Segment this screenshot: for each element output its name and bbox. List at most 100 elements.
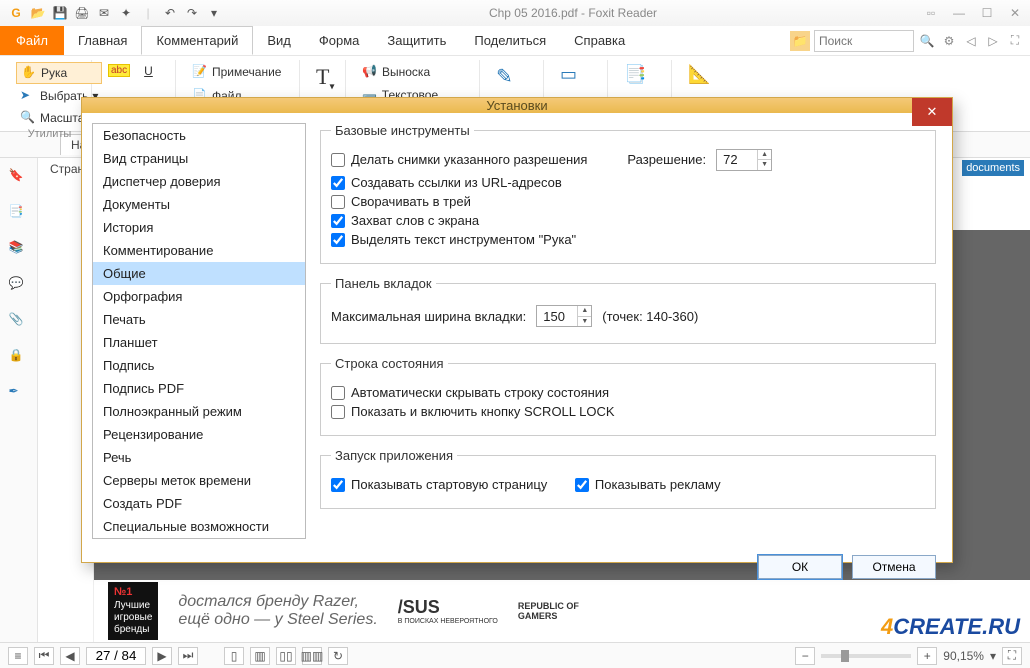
gear-icon[interactable]: ⚙ [940,32,958,50]
next-page-button[interactable]: ▶ [152,647,172,665]
tab-protect[interactable]: Защитить [373,26,460,55]
category-item[interactable]: Полноэкранный режим [93,400,305,423]
print-icon[interactable]: 🖨 [74,5,90,21]
category-item[interactable]: Подпись [93,354,305,377]
tab-comment[interactable]: Комментарий [141,26,253,55]
spin-down-icon[interactable]: ▼ [577,317,591,327]
email-icon[interactable]: ✉ [96,5,112,21]
tab-form[interactable]: Форма [305,26,374,55]
pencil-tool[interactable]: ✎ [492,62,528,94]
continuous-facing-button[interactable]: ▥▥ [302,647,322,665]
chk-scrolllock[interactable]: Показать и включить кнопку SCROLL LOCK [331,404,925,419]
spin-up-icon[interactable]: ▲ [757,150,771,161]
page-input[interactable] [86,647,146,665]
category-item[interactable]: Общие [93,262,305,285]
category-item[interactable]: Планшет [93,331,305,354]
pages-icon[interactable]: 📑 [9,204,29,224]
category-item[interactable]: Документы [93,193,305,216]
show-panel-button[interactable]: ≡ [8,647,28,665]
close-icon[interactable]: ✕ [1008,6,1022,20]
chk-url-links[interactable]: Создавать ссылки из URL-адресов [331,175,925,190]
quick-access-toolbar: G 📂 💾 🖨 ✉ ✦ | ↶ ↷ ▾ [8,5,222,21]
layers-icon[interactable]: 📚 [9,240,29,260]
category-item[interactable]: Диспетчер доверия [93,170,305,193]
zoom-out-button[interactable]: − [795,647,815,665]
chk-startpage[interactable]: Показывать стартовую страницу [331,477,547,492]
chk-ads[interactable]: Показывать рекламу [575,477,721,492]
stamp-tool[interactable]: 📑 [620,62,656,94]
dialog-close-button[interactable]: ✕ [912,98,952,126]
facing-button[interactable]: ▯▯ [276,647,296,665]
continuous-button[interactable]: ▥ [250,647,270,665]
tab-share[interactable]: Поделиться [460,26,560,55]
fullscreen-icon[interactable]: ⛶ [1006,32,1024,50]
rotate-button[interactable]: ↻ [328,647,348,665]
typewriter-tool[interactable]: T▾ [312,62,348,94]
category-item[interactable]: Подпись PDF [93,377,305,400]
prev-icon[interactable]: ◁ [962,32,980,50]
spin-down-icon[interactable]: ▼ [757,160,771,170]
tab-file[interactable]: Файл [0,26,64,55]
tab-help[interactable]: Справка [560,26,639,55]
single-page-button[interactable]: ▯ [224,647,244,665]
fit-button[interactable]: ⛶ [1002,647,1022,665]
zoom-in-button[interactable]: + [917,647,937,665]
save-icon[interactable]: 💾 [52,5,68,21]
ribbon-mode-icon[interactable]: ▫▫ [924,6,938,20]
open-icon[interactable]: 📂 [30,5,46,21]
comments-icon[interactable]: 💬 [9,276,29,296]
new-icon[interactable]: ✦ [118,5,134,21]
chk-snapshots[interactable]: Делать снимки указанного разрешения [331,152,587,167]
underline-tool[interactable]: U [140,62,157,80]
category-item[interactable]: Орфография [93,285,305,308]
category-item[interactable]: Создать PDF [93,492,305,515]
group-basic-legend: Базовые инструменты [331,123,474,138]
search-folder-icon[interactable]: 📁 [790,31,810,51]
category-item[interactable]: Комментирование [93,239,305,262]
category-item[interactable]: Рецензирование [93,423,305,446]
category-item[interactable]: Речь [93,446,305,469]
zoom-slider[interactable] [821,654,911,658]
note-tool[interactable]: 📝Примечание [188,62,285,82]
hand-tool[interactable]: ✋Рука [16,62,102,84]
search-icon[interactable]: 🔍 [918,32,936,50]
bookmarks-icon[interactable]: 🔖 [9,168,29,188]
minimize-icon[interactable]: — [952,6,966,20]
tab-home[interactable]: Главная [64,26,141,55]
ok-button[interactable]: ОК [758,555,842,579]
nav-sidebar: 🔖 📑 📚 💬 📎 🔒 ✒ [0,158,38,642]
category-item[interactable]: Серверы меток времени [93,469,305,492]
search-input[interactable] [814,30,914,52]
maximize-icon[interactable]: ☐ [980,6,994,20]
qat-more-icon[interactable]: ▾ [206,5,222,21]
category-item[interactable]: Специальные возможности [93,515,305,538]
zoom-dropdown-icon[interactable]: ▾ [990,649,996,663]
maxwidth-input[interactable]: 150 ▲▼ [536,305,592,327]
first-page-button[interactable]: ⏮ [34,647,54,665]
signatures-icon[interactable]: ✒ [9,384,29,404]
category-item[interactable]: История [93,216,305,239]
spin-up-icon[interactable]: ▲ [577,306,591,317]
redo-icon[interactable]: ↷ [184,5,200,21]
highlight-tool[interactable]: abc [104,62,134,79]
undo-icon[interactable]: ↶ [162,5,178,21]
category-item[interactable]: Печать [93,308,305,331]
area-tool[interactable]: ▭ [556,62,592,94]
callout-tool[interactable]: 📢Выноска [358,62,434,82]
last-page-button[interactable]: ⏭ [178,647,198,665]
chk-autohide-status[interactable]: Автоматически скрывать строку состояния [331,385,925,400]
category-item[interactable]: Безопасность [93,124,305,147]
tab-view[interactable]: Вид [253,26,305,55]
attachments-icon[interactable]: 📎 [9,312,29,332]
security-icon[interactable]: 🔒 [9,348,29,368]
category-item[interactable]: Вид страницы [93,147,305,170]
cancel-button[interactable]: Отмена [852,555,936,579]
next-icon[interactable]: ▷ [984,32,1002,50]
chk-screen-words[interactable]: Захват слов с экрана [331,213,925,228]
chk-tray[interactable]: Сворачивать в трей [331,194,925,209]
measure-tool[interactable]: 📐 [684,62,720,94]
resolution-input[interactable]: 72 ▲▼ [716,149,772,171]
category-list[interactable]: БезопасностьВид страницыДиспетчер довери… [92,123,306,539]
chk-hand-select[interactable]: Выделять текст инструментом "Рука" [331,232,925,247]
prev-page-button[interactable]: ◀ [60,647,80,665]
